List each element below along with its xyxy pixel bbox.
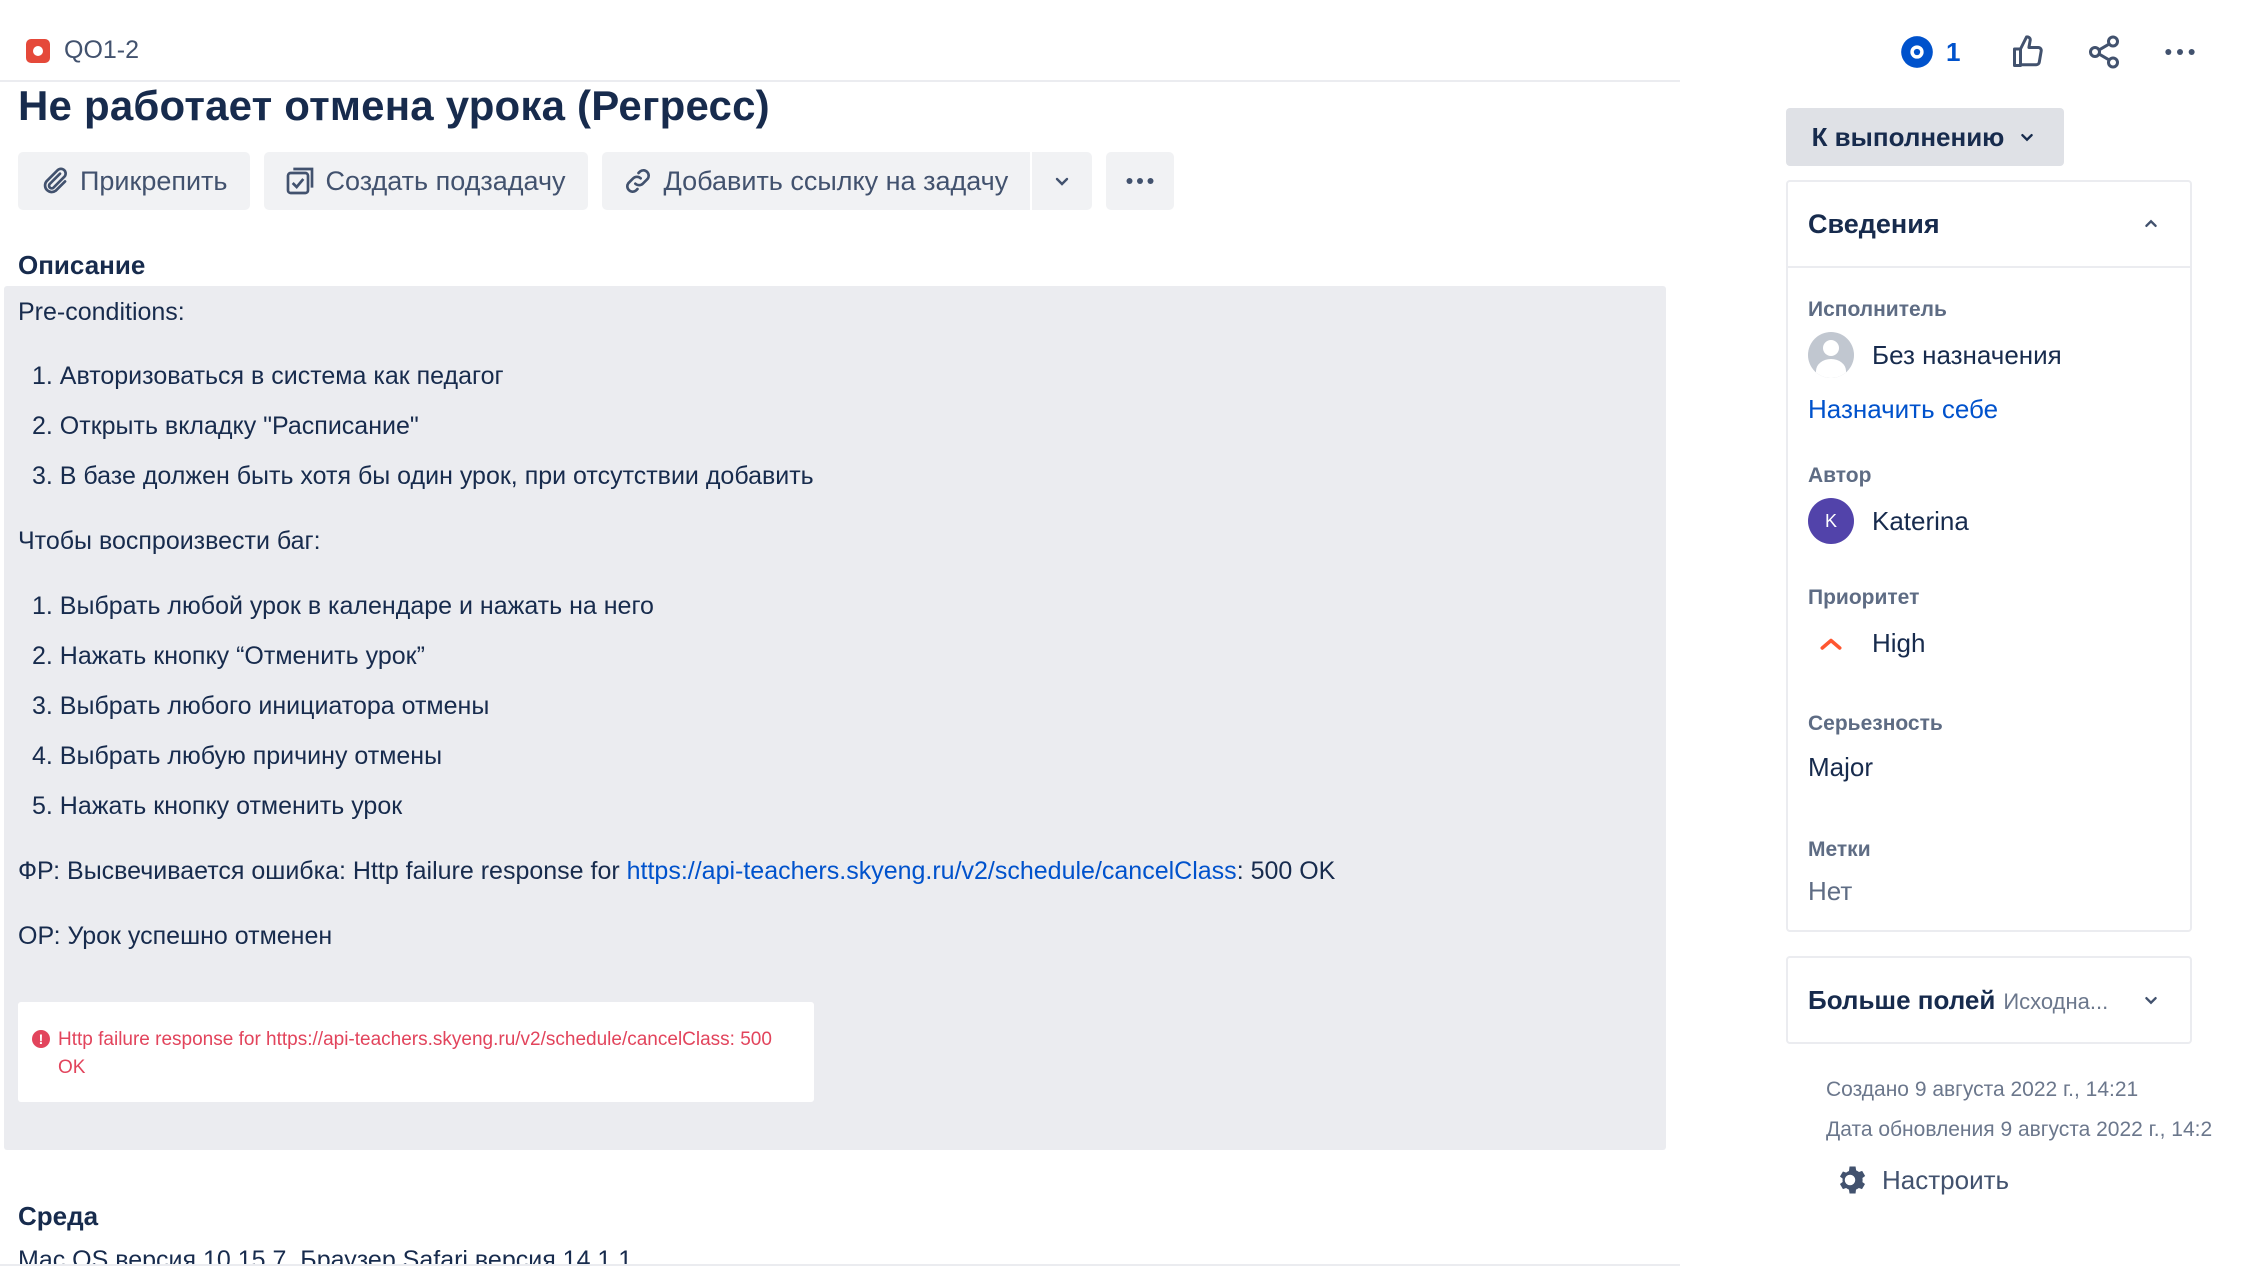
vote-button[interactable]: [2008, 32, 2048, 72]
link-icon: [625, 169, 650, 193]
bug-icon: [26, 38, 50, 63]
issue-title[interactable]: Не работает отмена урока (Регресс): [18, 82, 770, 130]
avatar-unassigned-icon: [1808, 332, 1854, 378]
chevron-down-icon: [2021, 133, 2034, 142]
list-item: 3. Выбрать любого инициатора отмены: [32, 692, 490, 720]
assign-to-me-link[interactable]: Назначить себе: [1808, 394, 1998, 425]
error-row: ! Http failure response for https://api-…: [32, 1026, 794, 1082]
subtask-icon: [286, 167, 313, 195]
expected-result: ОР: Урок успешно отменен: [18, 922, 333, 950]
more-fields-label: Больше полей: [1808, 984, 1996, 1015]
list-item: 1. Выбрать любой урок в календаре и нажа…: [32, 592, 654, 620]
more-fields-title: Больше полей Исходна...: [1808, 985, 2108, 1016]
error-screenshot[interactable]: ! Http failure response for https://api-…: [18, 1002, 814, 1102]
error-message: Http failure response for https://api-te…: [58, 1029, 772, 1078]
details-header[interactable]: Сведения: [1788, 182, 2190, 268]
details-panel: Сведения Исполнитель Без назначения Назн…: [1786, 180, 2192, 932]
severity-value: Major: [1808, 752, 1874, 782]
chevron-down-icon: [1056, 177, 1069, 186]
watchers-count: 1: [1946, 36, 1961, 67]
actual-result-prefix: ФР: Высвечивается ошибка: Http failure r…: [18, 857, 627, 885]
add-link-button[interactable]: Добавить ссылку на задачу: [601, 152, 1031, 210]
eye-icon: [1901, 36, 1933, 68]
more-horizontal-icon: [2165, 49, 2196, 55]
watch-button[interactable]: 1: [1898, 33, 1960, 71]
assignee-field[interactable]: Без назначения: [1808, 332, 2062, 378]
thumbs-up-icon: [2013, 35, 2044, 67]
attach-button[interactable]: Прикрепить: [18, 152, 250, 210]
chevron-down-icon: [2145, 996, 2157, 1005]
attach-label: Прикрепить: [80, 165, 228, 196]
error-icon: !: [32, 1030, 50, 1048]
issue-actions: 1: [1898, 32, 2200, 72]
create-subtask-button[interactable]: Создать подзадачу: [263, 152, 588, 210]
environment-text: Mac OS версия 10.15.7. Браузер Safari ве…: [18, 1246, 633, 1266]
list-item: 4. Выбрать любую причину отмены: [32, 742, 443, 770]
more-horizontal-icon: [1126, 178, 1154, 184]
severity-label: Серьезность: [1808, 712, 1943, 735]
more-fields-panel[interactable]: Больше полей Исходна...: [1786, 956, 2192, 1044]
gear-icon: [1839, 1166, 1866, 1194]
repro-title: Чтобы воспроизвести баг:: [18, 527, 321, 555]
issue-more-button[interactable]: [2160, 32, 2200, 72]
configure-label: Настроить: [1882, 1164, 2010, 1195]
reporter-field[interactable]: K Katerina: [1808, 498, 1969, 544]
list-item: 2. Нажать кнопку “Отменить урок”: [32, 642, 425, 670]
labels-field[interactable]: Нет: [1808, 876, 1852, 907]
actual-result: ФР: Высвечивается ошибка: Http failure r…: [18, 857, 1335, 886]
environment-heading: Среда: [18, 1201, 99, 1231]
assignee-value: Без назначения: [1872, 339, 2062, 370]
configure-button[interactable]: Настроить: [1832, 1162, 2009, 1198]
priority-label: Приоритет: [1808, 586, 1920, 609]
actual-result-suffix: : 500 OK: [1236, 857, 1336, 885]
status-dropdown[interactable]: К выполнению: [1786, 108, 2064, 166]
avatar: K: [1808, 498, 1854, 544]
priority-field[interactable]: High: [1808, 620, 1925, 666]
issue-toolbar: Прикрепить Создать подзадачу Добавить сс…: [18, 152, 1188, 210]
more-actions-button[interactable]: [1106, 152, 1175, 210]
labels-value: Нет: [1808, 876, 1853, 906]
details-title: Сведения: [1808, 208, 1940, 239]
list-item: 2. Открыть вкладку "Расписание": [32, 412, 419, 440]
share-button[interactable]: [2084, 32, 2124, 72]
reporter-label: Автор: [1808, 464, 1872, 487]
status-label: К выполнению: [1811, 121, 2005, 152]
list-item: 5. Нажать кнопку отменить урок: [32, 792, 403, 820]
created-date: Создано 9 августа 2022 г., 14:21: [1826, 1078, 2139, 1101]
list-item: 1. Авторизоваться в система как педагог: [32, 362, 504, 390]
preconditions-title: Pre-conditions:: [18, 298, 185, 326]
add-link-label: Добавить ссылку на задачу: [663, 165, 1009, 196]
severity-field[interactable]: Major: [1808, 752, 1873, 783]
create-subtask-label: Создать подзадачу: [325, 165, 566, 196]
api-link[interactable]: https://api-teachers.skyeng.ru/v2/schedu…: [627, 857, 1237, 885]
add-link-dropdown-button[interactable]: [1032, 152, 1093, 210]
share-icon: [2089, 35, 2120, 69]
priority-value: High: [1872, 627, 1926, 658]
chevron-up-icon: [2145, 219, 2157, 228]
issue-key-breadcrumb[interactable]: QO1-2: [26, 36, 139, 65]
reporter-value: Katerina: [1872, 505, 1969, 536]
issue-key[interactable]: QO1-2: [64, 36, 139, 65]
updated-date: Дата обновления 9 августа 2022 г., 14:2: [1826, 1118, 2213, 1141]
paperclip-icon: [43, 167, 67, 194]
assignee-label: Исполнитель: [1808, 298, 1947, 321]
description-heading: Описание: [18, 250, 146, 280]
more-fields-subtitle: Исходна...: [2003, 988, 2109, 1014]
list-item: 3. В базе должен быть хотя бы один урок,…: [32, 462, 814, 490]
labels-label: Метки: [1808, 838, 1871, 861]
priority-high-icon: [1808, 620, 1854, 666]
